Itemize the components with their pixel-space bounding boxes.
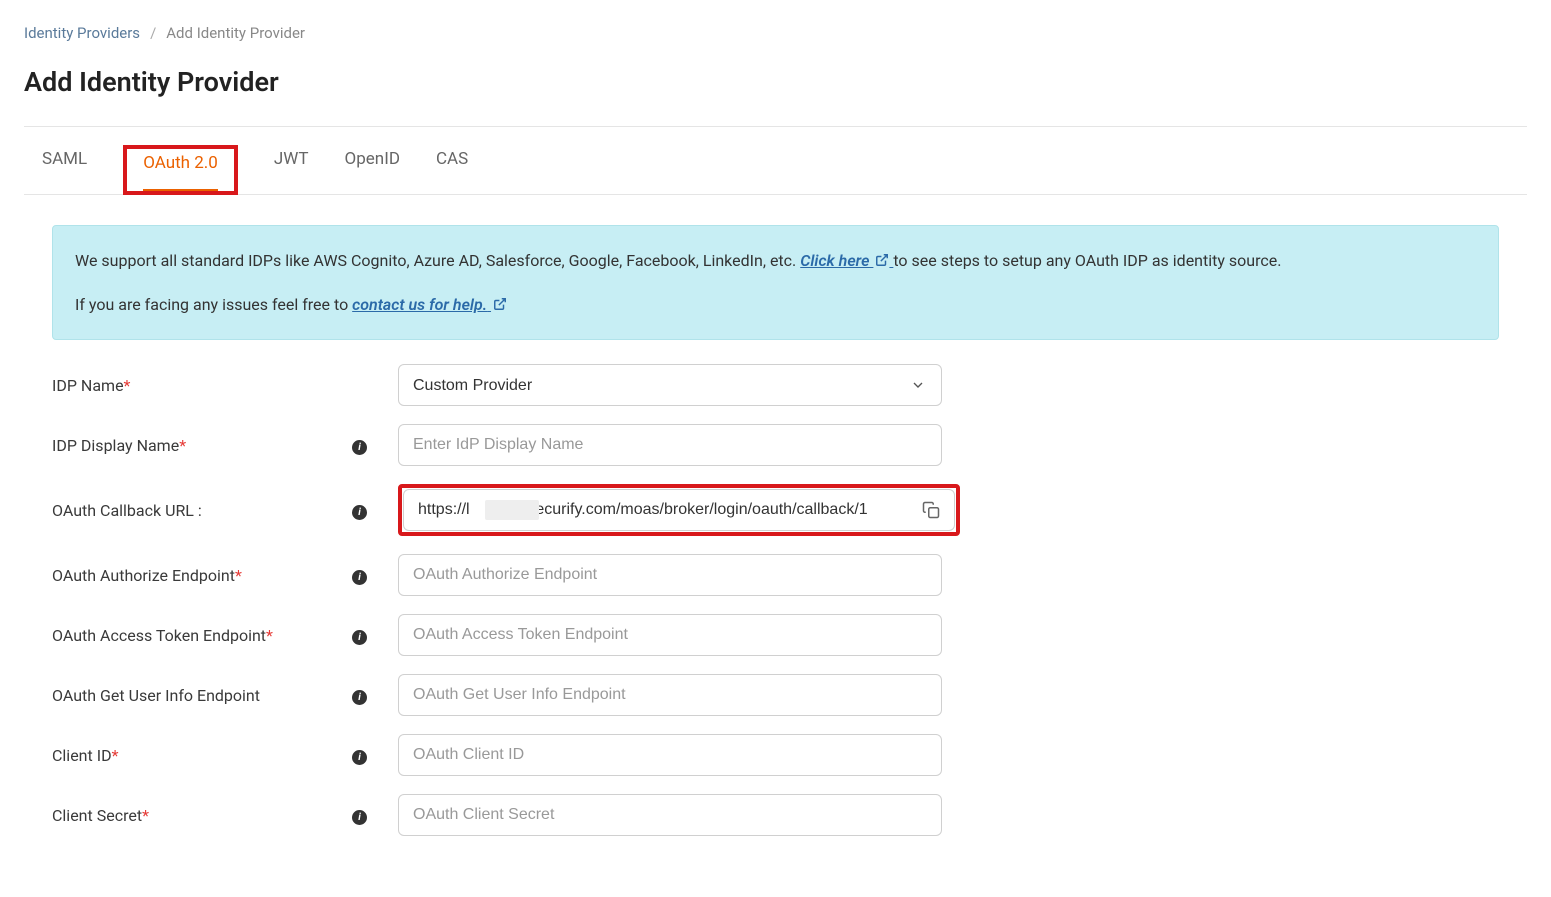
label-idp-display-name: IDP Display Name* bbox=[52, 436, 352, 455]
info-icon[interactable]: i bbox=[352, 440, 367, 455]
info-icon[interactable]: i bbox=[352, 690, 367, 705]
label-authorize-endpoint: OAuth Authorize Endpoint* bbox=[52, 566, 352, 585]
redacted-segment bbox=[485, 500, 539, 520]
highlight-box-callback-url bbox=[398, 484, 960, 536]
info-icon[interactable]: i bbox=[352, 750, 367, 765]
select-idp-name[interactable]: Custom Provider bbox=[398, 364, 942, 406]
form-row-userinfo-endpoint: OAuth Get User Info Endpoint i bbox=[52, 674, 1499, 716]
page-title: Add Identity Provider bbox=[24, 54, 1527, 126]
info-text-1-prefix: We support all standard IDPs like AWS Co… bbox=[75, 251, 800, 270]
label-client-secret: Client Secret* bbox=[52, 806, 352, 825]
external-link-icon bbox=[875, 253, 889, 267]
highlight-box-oauth-tab: OAuth 2.0 bbox=[123, 145, 238, 195]
label-client-id: Client ID* bbox=[52, 746, 352, 765]
copy-icon[interactable] bbox=[922, 501, 940, 519]
info-icon[interactable]: i bbox=[352, 570, 367, 585]
info-icon[interactable]: i bbox=[352, 630, 367, 645]
content: We support all standard IDPs like AWS Co… bbox=[24, 195, 1527, 836]
input-client-id[interactable] bbox=[398, 734, 942, 776]
label-userinfo-endpoint: OAuth Get User Info Endpoint bbox=[52, 686, 352, 705]
form-row-client-secret: Client Secret* i bbox=[52, 794, 1499, 836]
tab-cas[interactable]: CAS bbox=[436, 149, 468, 194]
info-box: We support all standard IDPs like AWS Co… bbox=[52, 225, 1499, 340]
input-client-secret[interactable] bbox=[398, 794, 942, 836]
form-row-idp-name: IDP Name* Custom Provider bbox=[52, 364, 1499, 406]
info-text-2-prefix: If you are facing any issues feel free t… bbox=[75, 295, 352, 314]
info-link-contact-us[interactable]: contact us for help. bbox=[352, 295, 507, 314]
tab-jwt[interactable]: JWT bbox=[274, 149, 309, 194]
tab-oauth[interactable]: OAuth 2.0 bbox=[143, 153, 218, 191]
breadcrumb-current: Add Identity Provider bbox=[166, 24, 305, 42]
input-idp-display-name[interactable] bbox=[398, 424, 942, 466]
form-row-token-endpoint: OAuth Access Token Endpoint* i bbox=[52, 614, 1499, 656]
label-idp-name: IDP Name* bbox=[52, 376, 352, 395]
input-token-endpoint[interactable] bbox=[398, 614, 942, 656]
info-icon[interactable]: i bbox=[352, 810, 367, 825]
input-authorize-endpoint[interactable] bbox=[398, 554, 942, 596]
breadcrumb: Identity Providers / Add Identity Provid… bbox=[24, 0, 1527, 54]
form-row-callback-url: OAuth Callback URL : i bbox=[52, 484, 1499, 536]
breadcrumb-separator: / bbox=[150, 24, 156, 42]
info-link-click-here[interactable]: Click here bbox=[800, 251, 893, 270]
form-row-authorize-endpoint: OAuth Authorize Endpoint* i bbox=[52, 554, 1499, 596]
label-callback-url: OAuth Callback URL : bbox=[52, 501, 352, 520]
input-userinfo-endpoint[interactable] bbox=[398, 674, 942, 716]
form-row-idp-display-name: IDP Display Name* i bbox=[52, 424, 1499, 466]
form-row-client-id: Client ID* i bbox=[52, 734, 1499, 776]
info-icon[interactable]: i bbox=[352, 505, 367, 520]
tab-saml[interactable]: SAML bbox=[42, 149, 87, 194]
label-token-endpoint: OAuth Access Token Endpoint* bbox=[52, 626, 352, 645]
tabs: SAML OAuth 2.0 JWT OpenID CAS bbox=[24, 127, 1527, 195]
tab-openid[interactable]: OpenID bbox=[345, 149, 400, 194]
info-text-1-suffix: to see steps to setup any OAuth IDP as i… bbox=[893, 251, 1281, 270]
breadcrumb-parent-link[interactable]: Identity Providers bbox=[24, 24, 140, 42]
external-link-icon bbox=[493, 297, 507, 311]
